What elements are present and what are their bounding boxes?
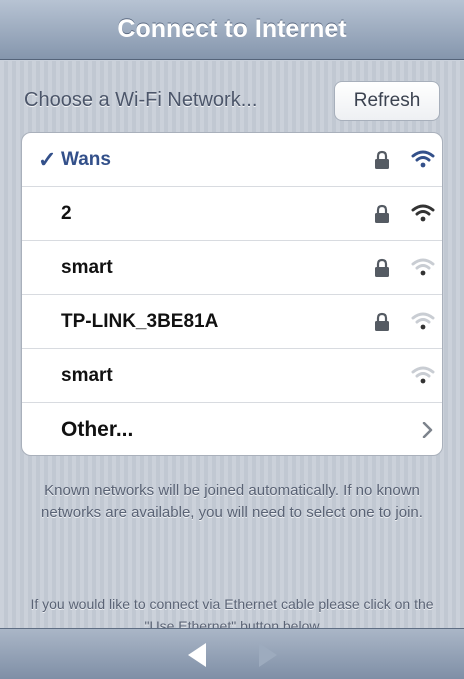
checkmark-icon: ✓ xyxy=(38,146,57,172)
wifi-icon xyxy=(411,258,435,276)
wifi-icon xyxy=(411,312,435,330)
network-row[interactable]: 2 xyxy=(22,187,442,241)
forward-arrow-icon[interactable] xyxy=(255,641,281,669)
lock-icon xyxy=(375,150,389,169)
title-bar: Connect to Internet xyxy=(0,0,464,60)
network-name: TP-LINK_3BE81A xyxy=(61,310,219,332)
network-list: ✓ Wans 2 smart TP-LINK_3BE81A smart Other... xyxy=(21,132,443,456)
ethernet-info: If you would like to connect via Etherne… xyxy=(30,596,434,628)
other-network-row[interactable]: Other... xyxy=(22,403,442,455)
network-name: smart xyxy=(61,256,113,278)
network-name: smart xyxy=(61,364,113,386)
network-name: Wans xyxy=(61,148,111,170)
wifi-icon xyxy=(411,366,435,384)
bottom-toolbar xyxy=(0,628,464,679)
refresh-button[interactable]: Refresh xyxy=(334,81,440,121)
network-name: 2 xyxy=(61,202,72,224)
network-row[interactable]: smart xyxy=(22,241,442,295)
other-network-label: Other... xyxy=(61,418,134,441)
wifi-icon xyxy=(411,150,435,168)
lock-icon xyxy=(375,204,389,223)
network-row[interactable]: ✓ Wans xyxy=(22,133,442,187)
choose-network-label: Choose a Wi-Fi Network... xyxy=(24,89,258,111)
lock-icon xyxy=(375,312,389,331)
network-row[interactable]: TP-LINK_3BE81A xyxy=(22,295,442,349)
chevron-right-icon xyxy=(422,422,433,438)
wifi-icon xyxy=(411,204,435,222)
back-arrow-icon[interactable] xyxy=(184,641,210,669)
lock-icon xyxy=(375,258,389,277)
page-title: Connect to Internet xyxy=(117,15,347,43)
network-row[interactable]: smart xyxy=(22,349,442,403)
known-networks-info: Known networks will be joined automatica… xyxy=(41,482,423,521)
content-area: Choose a Wi-Fi Network... Refresh ✓ Wans 2… xyxy=(0,61,464,628)
